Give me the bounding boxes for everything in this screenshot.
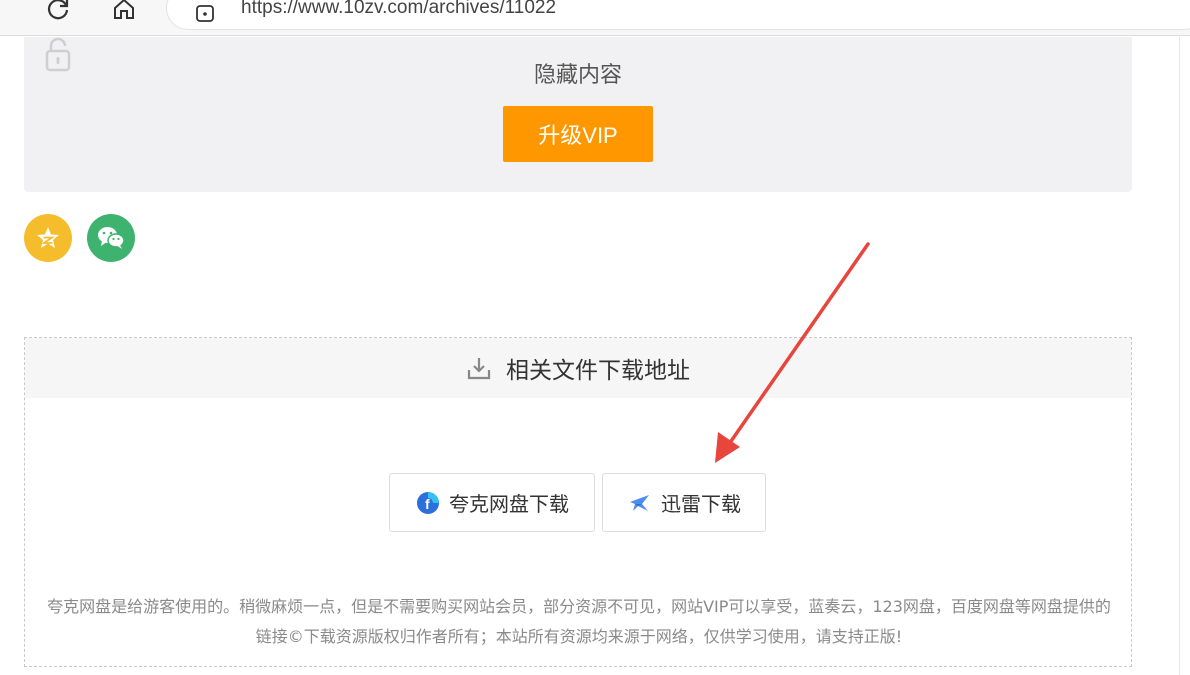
- quark-icon: f: [415, 490, 441, 516]
- wechat-icon: [98, 227, 125, 249]
- xunlei-icon: [627, 490, 653, 516]
- svg-text:f: f: [425, 496, 430, 512]
- download-box: 相关文件下载地址 f 夸克网盘下载 迅雷下载 夸克网盘是给游客使用的。稍微麻烦一…: [24, 337, 1132, 667]
- download-icon: [467, 358, 491, 380]
- hidden-content-title: 隐藏内容: [533, 63, 622, 88]
- reload-icon[interactable]: [43, 0, 73, 24]
- url-text[interactable]: https://www.10zv.com/archives/11022: [241, 0, 556, 19]
- quark-download-label: 夸克网盘下载: [449, 492, 569, 516]
- browser-toolbar: https://www.10zv.com/archives/11022: [0, 0, 1190, 36]
- qzone-icon: [37, 227, 59, 248]
- scrollbar-track[interactable]: [1179, 37, 1180, 675]
- upgrade-vip-button[interactable]: 升级VIP: [503, 106, 653, 162]
- hidden-content-box: 隐藏内容 升级VIP: [24, 37, 1132, 192]
- xunlei-download-button[interactable]: 迅雷下载: [602, 473, 766, 532]
- download-header-title: 相关文件下载地址: [506, 358, 690, 384]
- quark-download-button[interactable]: f 夸克网盘下载: [389, 473, 595, 532]
- site-info-icon[interactable]: [193, 1, 217, 25]
- xunlei-download-label: 迅雷下载: [661, 492, 741, 516]
- qzone-share-button[interactable]: [24, 214, 72, 262]
- home-icon[interactable]: [109, 0, 139, 24]
- wechat-share-button[interactable]: [87, 214, 135, 262]
- download-note: 夸克网盘是给游客使用的。稍微麻烦一点，但是不需要购买网站会员，部分资源不可见，网…: [47, 597, 1111, 646]
- download-header: 相关文件下载地址: [25, 338, 1131, 398]
- address-bar[interactable]: https://www.10zv.com/archives/11022: [166, 0, 1190, 30]
